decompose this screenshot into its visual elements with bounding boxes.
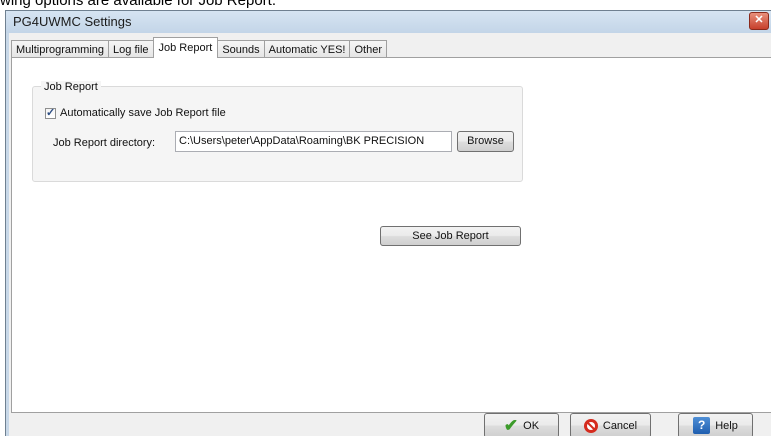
tab-other[interactable]: Other [349, 40, 387, 58]
checkmark-icon: ✓ [46, 106, 56, 119]
window-title: PG4UWMC Settings [13, 14, 132, 29]
tab-sounds[interactable]: Sounds [217, 40, 265, 58]
page: wing options are available for Job Repor… [0, 0, 771, 436]
close-icon: ✕ [754, 14, 764, 26]
help-label: Help [715, 419, 738, 432]
help-icon: ? [693, 417, 711, 434]
job-report-groupbox: Job Report ✓ Automatically save Job Repo… [32, 81, 523, 182]
auto-save-label[interactable]: Automatically save Job Report file [60, 107, 226, 119]
close-button[interactable]: ✕ [749, 12, 769, 30]
title-bar[interactable]: PG4UWMC Settings ✕ [6, 11, 771, 33]
dialog-client-area: Multiprogramming Log file Job Report Sou… [9, 33, 771, 436]
cancel-button[interactable]: Cancel [570, 413, 651, 436]
cancel-label: Cancel [602, 419, 638, 432]
tab-log-file[interactable]: Log file [108, 40, 154, 58]
tab-automatic-yes[interactable]: Automatic YES! [263, 40, 351, 58]
help-button[interactable]: ? Help [678, 413, 753, 436]
browse-button[interactable]: Browse [457, 131, 514, 152]
settings-dialog: PG4UWMC Settings ✕ Multiprogramming Log … [5, 10, 771, 436]
directory-label: Job Report directory: [53, 137, 156, 149]
tab-strip: Multiprogramming Log file Job Report Sou… [11, 37, 387, 58]
auto-save-checkbox[interactable]: ✓ [45, 106, 56, 119]
groupbox-title: Job Report [41, 81, 101, 93]
auto-save-row[interactable]: ✓ Automatically save Job Report file [45, 107, 226, 119]
ok-button[interactable]: ✔ OK [484, 413, 559, 436]
job-report-panel: Job Report ✓ Automatically save Job Repo… [11, 57, 771, 413]
checkmark-icon: ✔ [503, 416, 519, 435]
directory-field[interactable]: C:\Users\peter\AppData\Roaming\BK PRECIS… [175, 131, 452, 152]
tab-multiprogramming[interactable]: Multiprogramming [11, 40, 110, 58]
see-job-report-button[interactable]: See Job Report [380, 226, 521, 246]
tab-job-report[interactable]: Job Report [152, 37, 219, 58]
document-caption: wing options are available for Job Repor… [0, 0, 276, 9]
cancel-icon [583, 418, 598, 433]
ok-label: OK [523, 419, 540, 432]
